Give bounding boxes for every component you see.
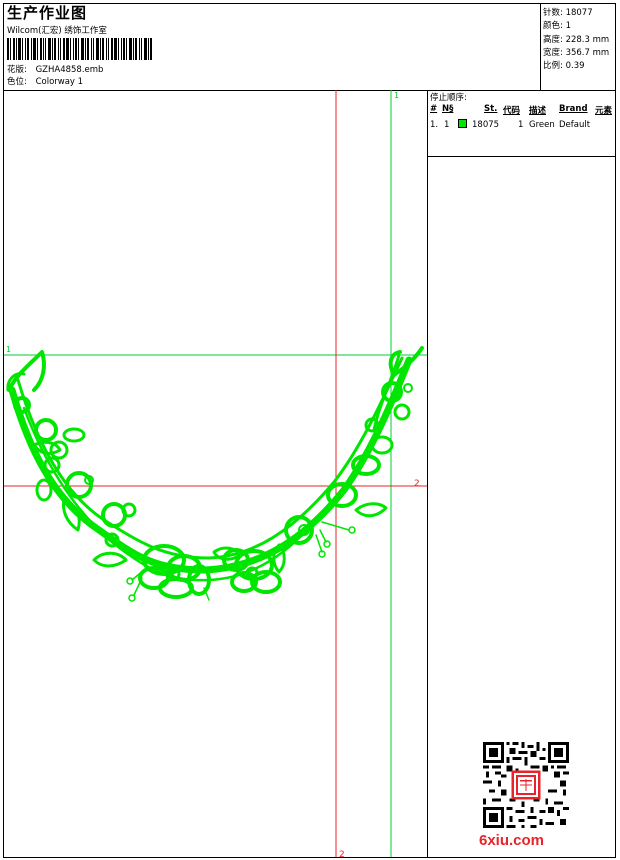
col-st: St. <box>484 104 498 114</box>
design-line: 花版: GZHA4858.emb <box>7 63 103 75</box>
row-desc: Green <box>529 120 555 130</box>
color-swatch <box>458 119 467 128</box>
stat-label: 比例: <box>543 61 563 71</box>
stat-stitches: 针数: 18077 <box>543 6 593 18</box>
row-st: 18075 <box>472 120 500 130</box>
colorway-line: 色位: Colorway 1 <box>7 75 83 87</box>
stat-label: 高度: <box>543 35 563 45</box>
stat-height: 高度: 228.3 mm <box>543 33 609 45</box>
design-label: 花版: <box>7 65 27 75</box>
sequence-table: # N§ St. 代码 描述 Brand 元素 1. 1 18075 1 Gre… <box>428 102 615 157</box>
company-name: Wilcom(汇宏) 绣饰工作室 <box>7 26 107 36</box>
design-preview: 2 2 1 1 <box>4 90 428 857</box>
colorway-value: Colorway 1 <box>35 77 84 87</box>
qr-code <box>483 742 569 828</box>
site-watermark: 6xiu.com <box>479 832 545 849</box>
embroidery-design <box>6 346 424 602</box>
stat-label: 宽度: <box>543 48 563 58</box>
stat-value: 228.3 mm <box>565 35 610 45</box>
design-value: GZHA4858.emb <box>35 65 104 75</box>
stat-value: 18077 <box>565 8 593 18</box>
green-guide-label-h: 1 <box>6 345 11 354</box>
production-sheet: 生产作业图 Wilcom(汇宏) 绣饰工作室 花版: GZHA4858.emb … <box>3 3 616 858</box>
row-hash: 1. <box>430 120 439 130</box>
row-code: 1 <box>518 120 524 130</box>
col-code: 代码 <box>503 106 521 116</box>
red-guide-label-v: 2 <box>339 850 345 857</box>
col-desc: 描述 <box>529 106 547 116</box>
colorway-label: 色位: <box>7 77 27 87</box>
stat-label: 针数: <box>543 8 563 18</box>
col-brand: Brand <box>559 104 588 114</box>
stat-value: 1 <box>565 21 571 31</box>
row-no: 1 <box>444 120 450 130</box>
col-elem: 元素 <box>595 106 613 116</box>
col-hash: # <box>430 104 438 114</box>
stat-label: 颜色: <box>543 21 563 31</box>
col-no: N§ <box>442 104 454 114</box>
embroidery-canvas: 2 2 1 1 <box>4 90 427 857</box>
red-guide-label-h: 2 <box>414 479 420 489</box>
green-guide-label-v: 1 <box>394 91 399 100</box>
row-brand: Default <box>559 120 591 130</box>
stat-scale: 比例: 0.39 <box>543 59 585 71</box>
stat-value: 356.7 mm <box>565 48 610 58</box>
stat-width: 宽度: 356.7 mm <box>543 46 609 58</box>
stat-value: 0.39 <box>565 61 585 71</box>
stop-sequence-panel: 停止顺序: # N§ St. 代码 描述 Brand 元素 1. 1 18075… <box>428 90 615 857</box>
design-stats: 针数: 18077 颜色: 1 高度: 228.3 mm 宽度: 356.7 m… <box>540 4 616 90</box>
stat-colors: 颜色: 1 <box>543 19 571 31</box>
header-info: 生产作业图 Wilcom(汇宏) 绣饰工作室 花版: GZHA4858.emb … <box>4 4 540 90</box>
page-title: 生产作业图 <box>7 4 88 22</box>
header: 生产作业图 Wilcom(汇宏) 绣饰工作室 花版: GZHA4858.emb … <box>4 4 615 91</box>
barcode <box>7 38 152 60</box>
